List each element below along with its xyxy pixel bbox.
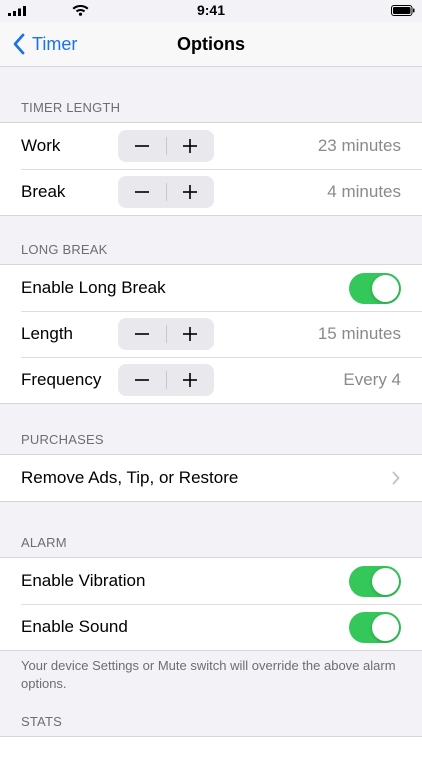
work-stepper[interactable]: [118, 130, 214, 162]
timer-length-group: Work 23 minutes Break 4 minutes: [0, 122, 422, 216]
enable-sound-label: Enable Sound: [21, 617, 128, 636]
plus-icon: [183, 139, 198, 153]
minus-icon: [134, 191, 149, 193]
frequency-increment-button[interactable]: [167, 364, 215, 396]
frequency-stepper[interactable]: [118, 364, 214, 396]
length-stepper[interactable]: [118, 318, 214, 350]
enable-vibration-label: Enable Vibration: [21, 571, 146, 590]
enable-sound-toggle[interactable]: [349, 612, 401, 643]
plus-icon: [183, 185, 198, 199]
length-row: Length 15 minutes: [0, 311, 422, 357]
work-value: 23 minutes: [317, 136, 401, 155]
length-label: Length: [21, 324, 73, 343]
work-row: Work 23 minutes: [0, 123, 422, 169]
enable-long-break-label: Enable Long Break: [21, 278, 166, 297]
stats-group: [0, 736, 422, 757]
frequency-value: Every 4: [343, 370, 401, 389]
break-stepper[interactable]: [118, 176, 214, 208]
alarm-group: Enable Vibration Enable Sound: [0, 557, 422, 651]
section-header-long-break: LONG BREAK: [21, 242, 108, 257]
enable-sound-row: Enable Sound: [0, 604, 422, 650]
navigation-bar: Options Timer: [0, 22, 422, 67]
work-increment-button[interactable]: [167, 130, 215, 162]
frequency-label: Frequency: [21, 370, 102, 389]
minus-icon: [134, 379, 149, 381]
back-button-label: Timer: [32, 33, 78, 54]
enable-long-break-toggle[interactable]: [349, 273, 401, 304]
break-row: Break 4 minutes: [0, 169, 422, 215]
status-bar: 9:41: [0, 0, 422, 22]
purchases-group: Remove Ads, Tip, or Restore: [0, 454, 422, 502]
remove-ads-row[interactable]: Remove Ads, Tip, or Restore: [0, 455, 422, 501]
enable-vibration-row: Enable Vibration: [0, 558, 422, 604]
length-decrement-button[interactable]: [118, 318, 166, 350]
toggle-knob: [372, 275, 399, 302]
long-break-group: Enable Long Break Length 15 minutes Freq…: [0, 264, 422, 404]
section-header-purchases: PURCHASES: [21, 432, 104, 447]
work-label: Work: [21, 136, 61, 155]
break-value: 4 minutes: [327, 182, 401, 201]
back-button[interactable]: Timer: [12, 22, 77, 66]
status-time: 9:41: [196, 2, 226, 18]
back-chevron-icon: [13, 33, 25, 55]
work-decrement-button[interactable]: [118, 130, 166, 162]
section-header-stats: STATS: [21, 714, 62, 729]
plus-icon: [183, 373, 198, 387]
battery-icon: [391, 5, 415, 16]
minus-icon: [134, 333, 149, 335]
alarm-footer-note: Your device Settings or Mute switch will…: [21, 658, 396, 691]
toggle-knob: [372, 568, 399, 595]
minus-icon: [134, 145, 149, 147]
break-decrement-button[interactable]: [118, 176, 166, 208]
toggle-knob: [372, 614, 399, 641]
length-increment-button[interactable]: [167, 318, 215, 350]
frequency-row: Frequency Every 4: [0, 357, 422, 403]
section-header-timer-length: TIMER LENGTH: [21, 100, 121, 115]
enable-long-break-row: Enable Long Break: [0, 265, 422, 311]
break-increment-button[interactable]: [167, 176, 215, 208]
remove-ads-label: Remove Ads, Tip, or Restore: [21, 468, 239, 487]
plus-icon: [183, 327, 198, 341]
break-label: Break: [21, 182, 66, 201]
enable-vibration-toggle[interactable]: [349, 566, 401, 597]
frequency-decrement-button[interactable]: [118, 364, 166, 396]
chevron-right-icon: [392, 471, 400, 485]
length-value: 15 minutes: [317, 324, 401, 343]
section-header-alarm: ALARM: [21, 535, 67, 550]
